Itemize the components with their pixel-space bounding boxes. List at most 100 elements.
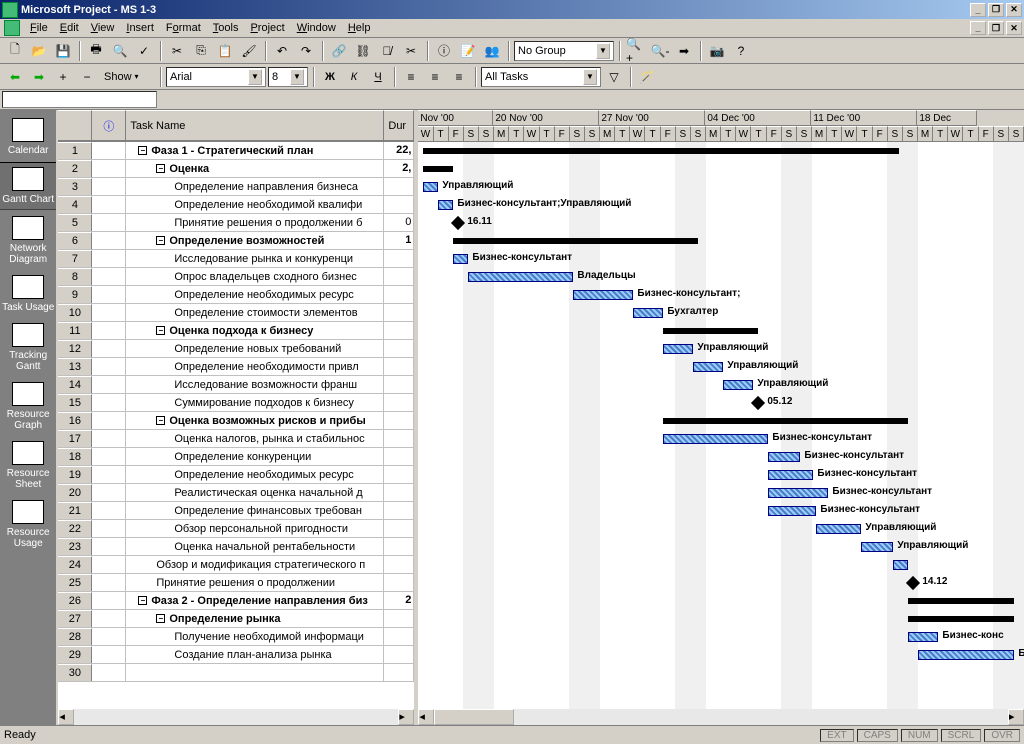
duration-cell[interactable] <box>384 268 414 285</box>
viewbar-resource-sheet[interactable]: Resource Sheet <box>0 437 58 494</box>
row-number[interactable]: 22 <box>58 520 92 537</box>
task-row[interactable]: 7Исследование рынка и конкуренци <box>58 250 414 268</box>
summary-bar[interactable] <box>663 418 908 424</box>
task-bar[interactable] <box>768 506 816 516</box>
font-size-combo[interactable]: 8▼ <box>268 67 308 87</box>
task-bar[interactable] <box>768 452 800 462</box>
gantt-row[interactable] <box>418 412 1024 430</box>
task-name-cell[interactable]: Определение необходимости привл <box>126 358 384 375</box>
row-number[interactable]: 13 <box>58 358 92 375</box>
task-row[interactable]: 4Определение необходимой квалифи <box>58 196 414 214</box>
insert-hyperlink-button[interactable]: 🔗 <box>328 40 350 62</box>
task-row[interactable]: 11−Оценка подхода к бизнесу <box>58 322 414 340</box>
duration-cell[interactable] <box>384 376 414 393</box>
viewbar-calendar[interactable]: Calendar <box>0 114 58 160</box>
task-bar[interactable] <box>768 470 813 480</box>
gantt-row[interactable]: Управляющий <box>418 520 1024 538</box>
task-name-cell[interactable]: −Определение рынка <box>126 610 384 627</box>
outdent-button[interactable]: ⬅ <box>4 66 26 88</box>
task-name-cell[interactable]: Принятие решения о продолжении б <box>126 214 384 231</box>
task-name-cell[interactable]: −Определение возможностей <box>126 232 384 249</box>
task-name-cell[interactable]: Создание план-анализа рынка <box>126 646 384 663</box>
spelling-button[interactable]: ✓ <box>133 40 155 62</box>
info-cell[interactable] <box>92 538 126 555</box>
align-left-button[interactable]: ≡ <box>400 66 422 88</box>
duration-cell[interactable]: 0 <box>384 214 414 231</box>
viewbar-resource-usage[interactable]: Resource Usage <box>0 496 58 553</box>
row-number[interactable]: 23 <box>58 538 92 555</box>
mdi-close-button[interactable]: ✕ <box>1006 21 1022 35</box>
close-button[interactable]: ✕ <box>1006 3 1022 17</box>
redo-button[interactable]: ↷ <box>295 40 317 62</box>
menu-format[interactable]: Format <box>160 20 207 36</box>
row-number[interactable]: 27 <box>58 610 92 627</box>
info-cell[interactable] <box>92 646 126 663</box>
row-number[interactable]: 20 <box>58 484 92 501</box>
duration-cell[interactable] <box>384 178 414 195</box>
task-bar[interactable] <box>893 560 908 570</box>
duration-cell[interactable] <box>384 412 414 429</box>
duration-cell[interactable]: 1 <box>384 232 414 249</box>
task-name-cell[interactable]: Обзор и модификация стратегического п <box>126 556 384 573</box>
row-number[interactable]: 6 <box>58 232 92 249</box>
row-number[interactable]: 14 <box>58 376 92 393</box>
info-cell[interactable] <box>92 628 126 645</box>
task-bar[interactable] <box>438 200 453 210</box>
link-tasks-button[interactable]: ⛓ <box>352 40 374 62</box>
task-bar[interactable] <box>633 308 663 318</box>
task-name-cell[interactable]: Реалистическая оценка начальной д <box>126 484 384 501</box>
info-cell[interactable] <box>92 466 126 483</box>
duration-cell[interactable] <box>384 502 414 519</box>
row-number[interactable]: 30 <box>58 664 92 681</box>
duration-cell[interactable] <box>384 322 414 339</box>
show-outline-combo[interactable]: Show▾ <box>100 67 155 87</box>
task-name-cell[interactable]: Суммирование подходов к бизнесу <box>126 394 384 411</box>
task-name-cell[interactable]: −Оценка подхода к бизнесу <box>126 322 384 339</box>
task-row[interactable]: 12Определение новых требований <box>58 340 414 358</box>
row-number[interactable]: 24 <box>58 556 92 573</box>
paste-button[interactable]: 📋 <box>214 40 236 62</box>
row-number[interactable]: 17 <box>58 430 92 447</box>
help-button[interactable]: ? <box>730 40 752 62</box>
task-bar[interactable] <box>663 344 693 354</box>
task-name-cell[interactable]: Определение направления бизнеса <box>126 178 384 195</box>
duration-cell[interactable]: 2 <box>384 592 414 609</box>
viewbar-network-diagram[interactable]: Network Diagram <box>0 212 58 269</box>
row-number[interactable]: 18 <box>58 448 92 465</box>
task-row[interactable]: 2−Оценка2, <box>58 160 414 178</box>
task-bar[interactable] <box>918 650 1014 660</box>
menu-window[interactable]: Window <box>291 20 342 36</box>
task-row[interactable]: 29Создание план-анализа рынка <box>58 646 414 664</box>
task-row[interactable]: 26−Фаза 2 - Определение направления биз2 <box>58 592 414 610</box>
task-name-cell[interactable]: Исследование рынка и конкуренци <box>126 250 384 267</box>
info-cell[interactable] <box>92 556 126 573</box>
task-name-cell[interactable]: Обзор персональной пригодности <box>126 520 384 537</box>
task-name-cell[interactable]: Оценка налогов, рынка и стабильнос <box>126 430 384 447</box>
viewbar-tracking-gantt[interactable]: Tracking Gantt <box>0 319 58 376</box>
task-bar[interactable] <box>723 380 753 390</box>
task-row[interactable]: 22 Обзор персональной пригодности <box>58 520 414 538</box>
underline-button[interactable]: Ч <box>367 66 389 88</box>
row-number[interactable]: 12 <box>58 340 92 357</box>
task-info-button[interactable]: ⓘ <box>433 40 455 62</box>
info-cell[interactable] <box>92 196 126 213</box>
align-right-button[interactable]: ≡ <box>448 66 470 88</box>
viewbar-resource-graph[interactable]: Resource Graph <box>0 378 58 435</box>
gantt-row[interactable]: Управляющий <box>418 178 1024 196</box>
gantt-row[interactable]: Бухгалтер <box>418 304 1024 322</box>
row-number[interactable]: 15 <box>58 394 92 411</box>
gantt-row[interactable]: Бизнес-конс <box>418 628 1024 646</box>
task-name-cell[interactable]: −Фаза 2 - Определение направления биз <box>126 592 384 609</box>
group-by-combo[interactable]: No Group▼ <box>514 41 614 61</box>
task-bar[interactable] <box>861 542 893 552</box>
row-number[interactable]: 19 <box>58 466 92 483</box>
info-cell[interactable] <box>92 430 126 447</box>
task-row[interactable]: 19Определение необходимых ресурс <box>58 466 414 484</box>
chart-body[interactable]: Управляющий Бизнес-консультант; Управляющи… <box>418 142 1024 709</box>
row-number[interactable]: 28 <box>58 628 92 645</box>
gantt-row[interactable]: Бизнес-консультант; <box>418 286 1024 304</box>
info-cell[interactable] <box>92 448 126 465</box>
gantt-row[interactable]: Бизнес-консультант <box>418 448 1024 466</box>
autofilter-button[interactable]: ▽ <box>603 66 625 88</box>
font-combo[interactable]: Arial▼ <box>166 67 266 87</box>
